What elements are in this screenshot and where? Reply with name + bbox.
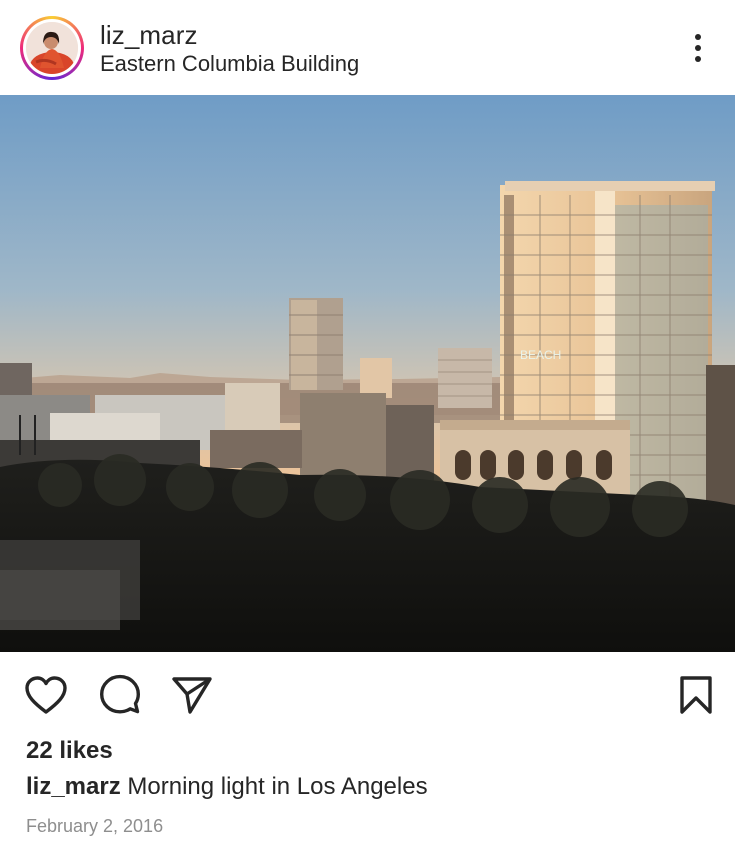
profile-photo [26,22,78,74]
send-icon[interactable] [169,672,215,718]
likes-count[interactable]: 22 likes [26,737,113,765]
avatar[interactable] [20,16,84,80]
username[interactable]: liz_marz [100,20,198,51]
post-header: liz_marz Eastern Columbia Building [0,0,735,95]
location-label[interactable]: Eastern Columbia Building [100,51,359,77]
heart-icon[interactable] [23,672,69,718]
post-date: February 2, 2016 [26,816,164,836]
more-vertical-icon[interactable] [686,30,710,66]
avatar-ring-gap [23,19,81,77]
post-photo[interactable]: BEACH [0,95,735,652]
bookmark-icon[interactable] [673,672,719,718]
caption: liz_marz Morning light in Los Angeles [26,773,428,801]
caption-username[interactable]: liz_marz [26,773,121,800]
caption-text: Morning light in Los Angeles [121,773,428,800]
caption-body: Morning light in Los Angeles [127,773,428,800]
city-skyline-photo: BEACH [0,95,735,652]
action-bar [0,652,735,732]
comment-icon[interactable] [97,672,143,718]
building-sign: BEACH [520,348,561,362]
